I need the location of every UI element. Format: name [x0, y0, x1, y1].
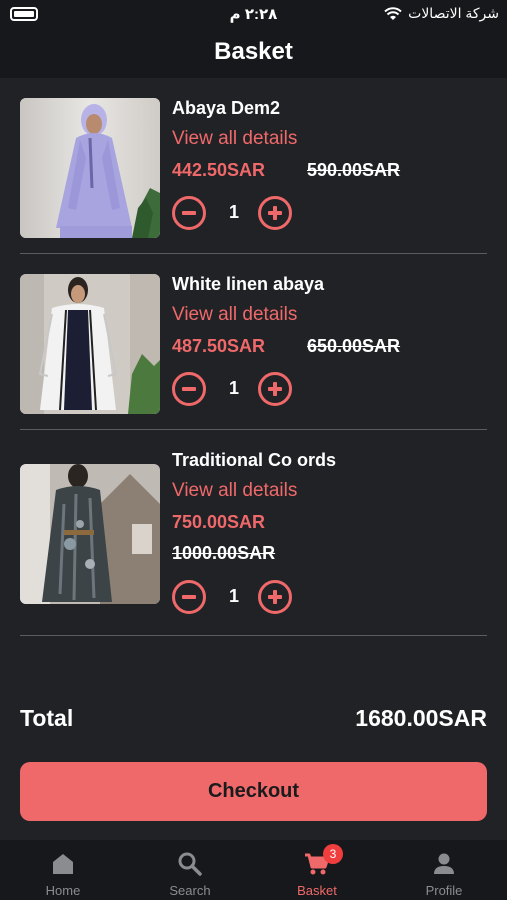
product-image[interactable] [20, 98, 160, 238]
search-icon [176, 850, 204, 878]
person-icon [430, 850, 458, 878]
basket-item: Abaya Dem2 View all details 442.50SAR 59… [20, 78, 487, 254]
home-icon [49, 850, 77, 878]
decrease-quantity-button[interactable] [172, 372, 206, 406]
quantity-stepper: 1 [172, 580, 302, 616]
tab-profile[interactable]: Profile [381, 840, 507, 900]
quantity-stepper: 1 [172, 196, 302, 232]
quantity-stepper: 1 [172, 372, 302, 408]
status-bar: ٢:٢٨ م شركة الاتصالات [0, 0, 507, 28]
tab-home[interactable]: Home [0, 840, 126, 900]
increase-quantity-button[interactable] [258, 196, 292, 230]
view-details-link[interactable]: View all details [172, 304, 297, 326]
checkout-button[interactable]: Checkout [20, 762, 487, 821]
basket-item: White linen abaya View all details 487.5… [20, 254, 487, 430]
quantity-value: 1 [228, 378, 239, 398]
original-price: 650.00SAR [307, 336, 401, 356]
tab-label: Profile [425, 883, 463, 898]
view-details-link[interactable]: View all details [172, 480, 297, 502]
original-price: 590.00SAR [307, 160, 401, 180]
product-image[interactable] [20, 274, 160, 414]
product-name[interactable]: White linen abaya [172, 274, 324, 295]
original-price: 1000.00SAR [172, 543, 276, 563]
status-right: شركة الاتصالات [384, 5, 499, 22]
tab-label: Home [45, 883, 81, 898]
total-value: 1680.00SAR [355, 705, 487, 731]
quantity-value: 1 [228, 586, 239, 606]
product-price: 487.50SAR [172, 336, 266, 356]
decrease-quantity-button[interactable] [172, 196, 206, 230]
basket-item: Traditional Co ords View all details 750… [20, 430, 487, 636]
wifi-icon [384, 6, 402, 21]
increase-quantity-button[interactable] [258, 580, 292, 614]
tab-search[interactable]: Search [127, 840, 253, 900]
carrier-name: شركة الاتصالات [408, 5, 499, 21]
product-price: 442.50SAR [172, 160, 266, 180]
cart-count-badge: 3 [323, 844, 343, 864]
decrease-quantity-button[interactable] [172, 580, 206, 614]
increase-quantity-button[interactable] [258, 372, 292, 406]
product-price: 750.00SAR [172, 512, 266, 532]
total-label: Total [20, 705, 74, 731]
tab-basket[interactable]: 3 Basket [254, 840, 380, 900]
view-details-link[interactable]: View all details [172, 128, 297, 150]
product-name[interactable]: Abaya Dem2 [172, 98, 280, 119]
product-name[interactable]: Traditional Co ords [172, 450, 336, 471]
tab-label: Search [169, 883, 211, 898]
quantity-value: 1 [228, 202, 239, 222]
tab-label: Basket [297, 883, 337, 898]
bottom-tab-bar: Home Search 3 Basket Profile [0, 840, 507, 900]
page-title: Basket [214, 38, 293, 65]
product-image[interactable] [20, 464, 160, 604]
page-header: Basket [0, 28, 507, 78]
